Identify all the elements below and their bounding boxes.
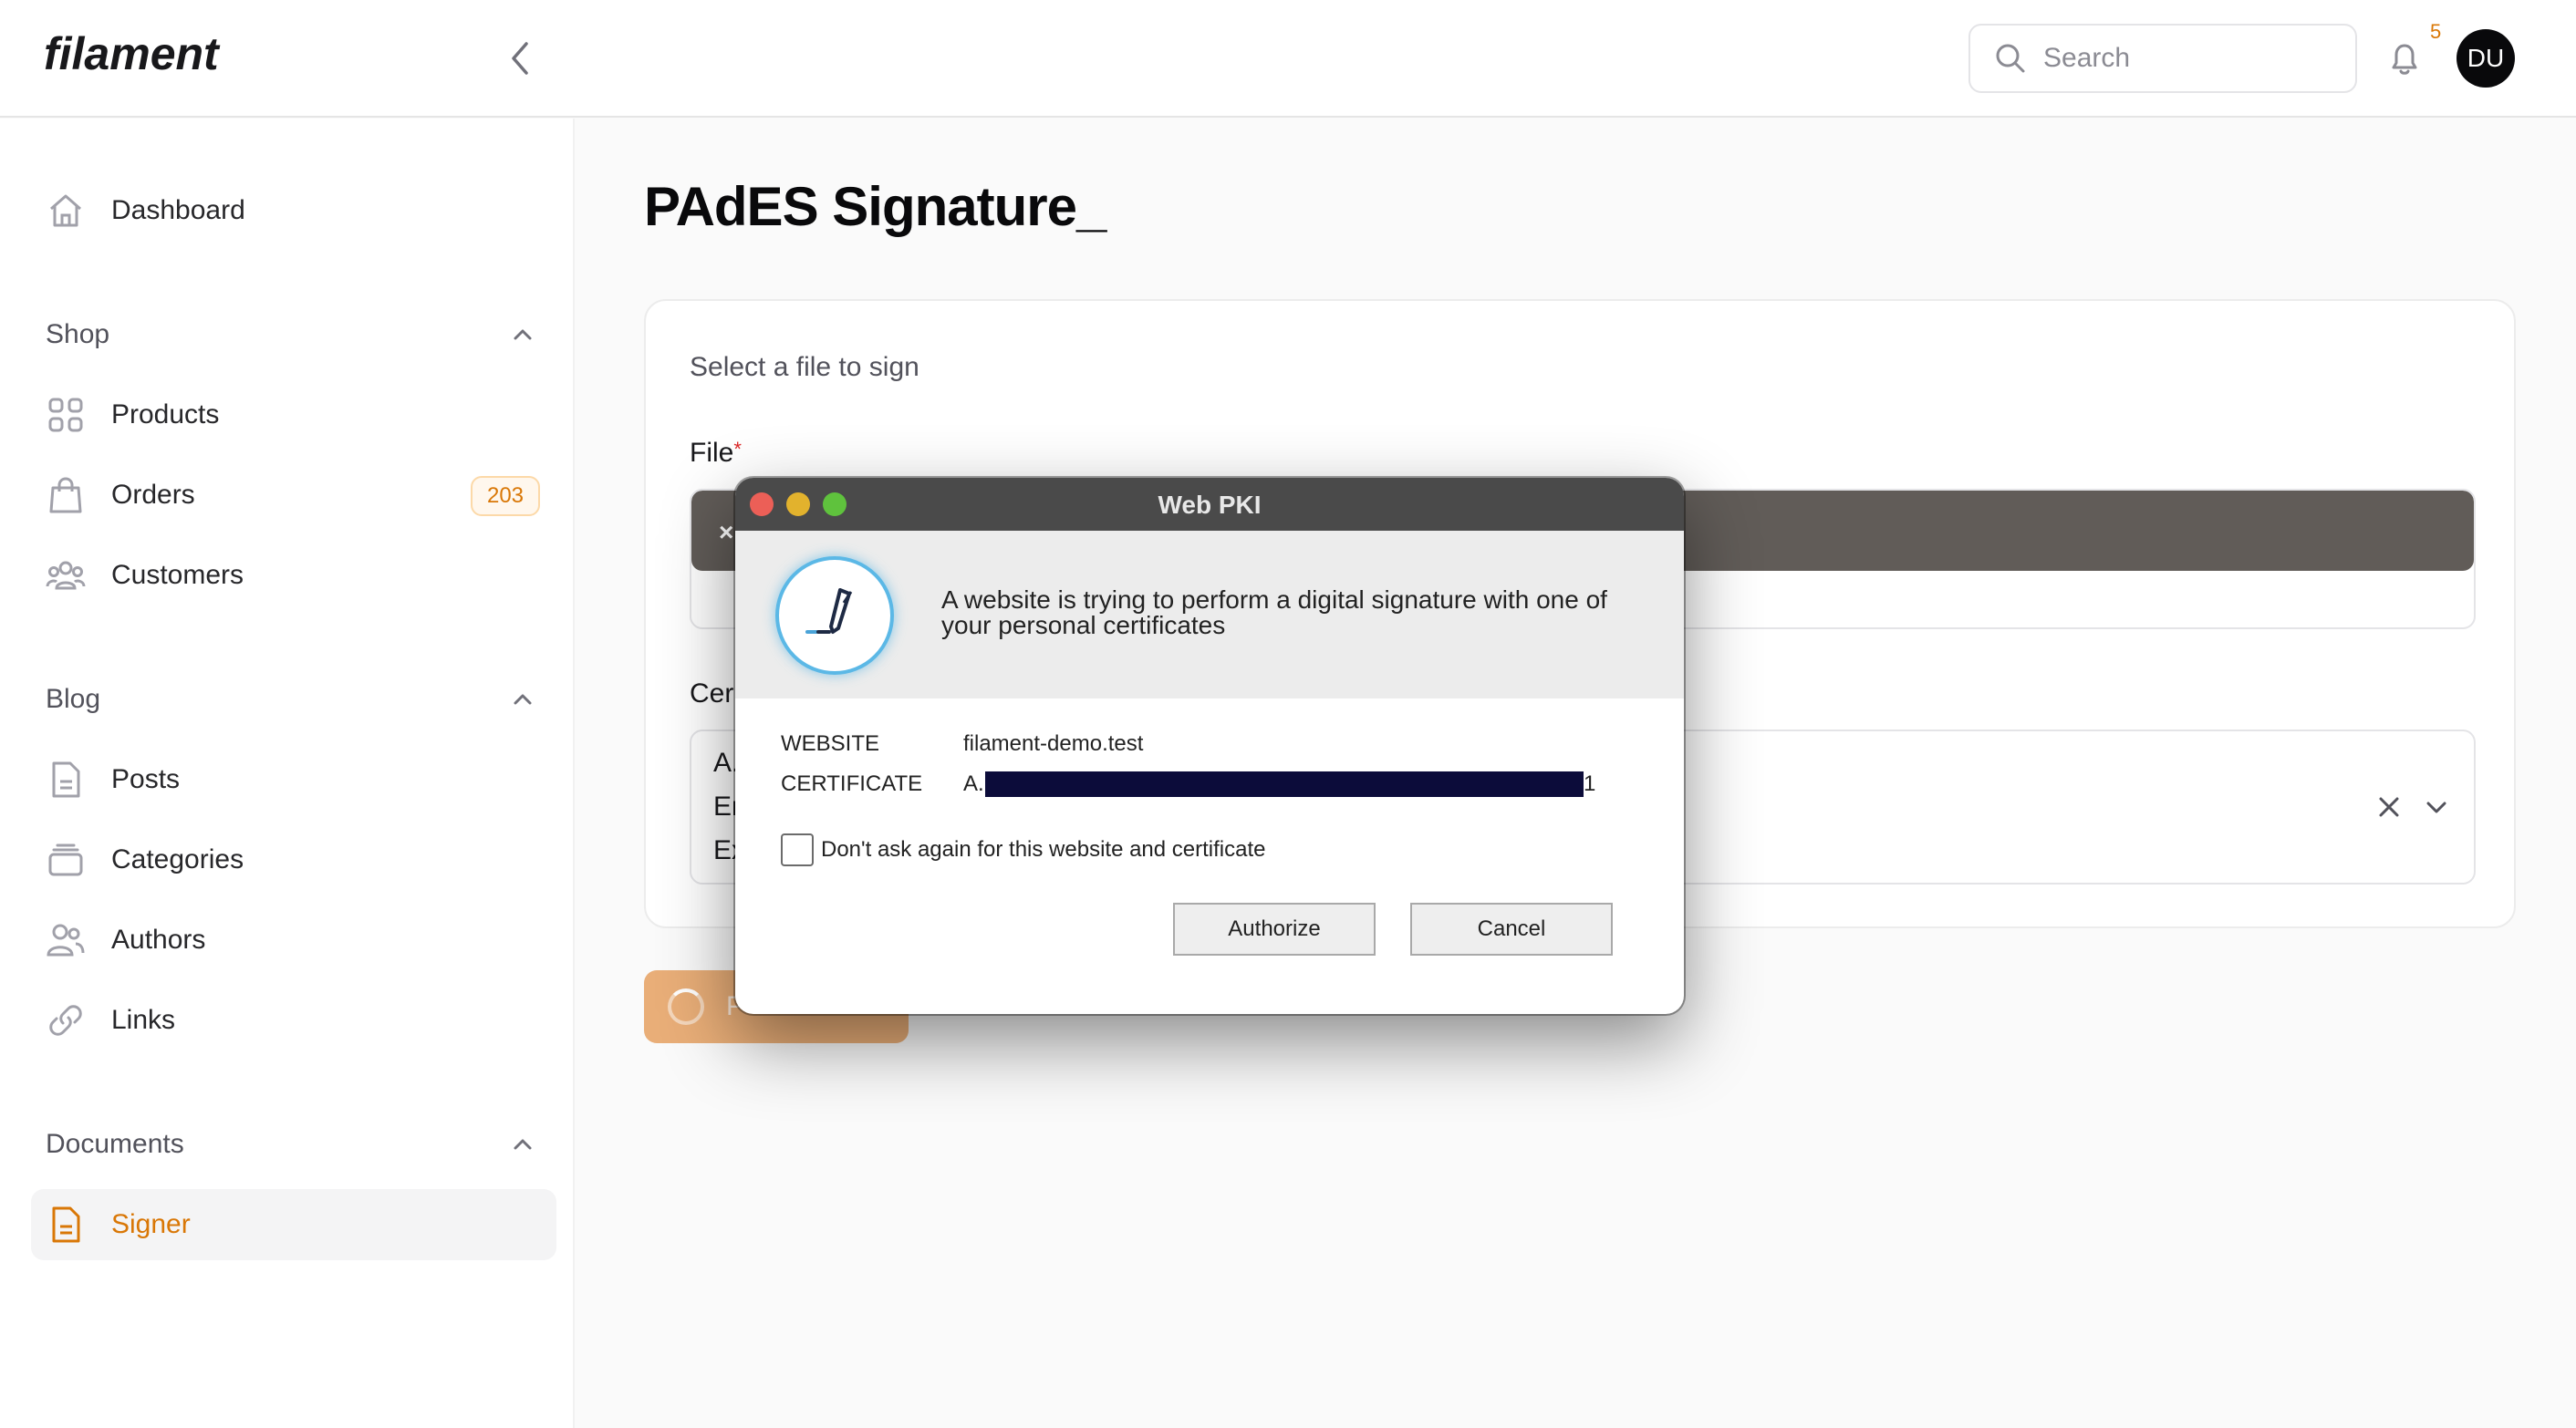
collapse-sidebar-button[interactable]	[500, 38, 540, 78]
global-search[interactable]	[1968, 24, 2357, 93]
certificate-prefix: A.	[963, 771, 984, 796]
sidebar-item-signer[interactable]: Signer	[31, 1189, 556, 1260]
user-avatar[interactable]: DU	[2457, 29, 2515, 88]
certificate-key: CERTIFICATE	[781, 771, 923, 796]
redacted-certificate-name	[985, 771, 1584, 797]
sidebar-item-label: Signer	[111, 1209, 191, 1239]
users-icon	[46, 920, 86, 960]
chevron-down-icon[interactable]	[2421, 792, 2452, 823]
top-bar: filament 5 DU	[0, 0, 2576, 118]
sidebar-item-label: Products	[111, 399, 220, 429]
app-logo[interactable]: filament	[44, 27, 219, 80]
certificate-suffix: 1	[1584, 771, 1596, 796]
sidebar-item-products[interactable]: Products	[31, 379, 556, 450]
dont-ask-again-checkbox[interactable]	[781, 833, 814, 866]
notifications-button[interactable]	[2383, 36, 2426, 80]
search-icon	[1996, 44, 2025, 73]
chevron-left-icon	[512, 42, 528, 75]
home-icon	[46, 191, 86, 231]
remove-file-button[interactable]: ×	[719, 518, 733, 547]
certificate-field-label: Cer	[690, 678, 734, 709]
cancel-button[interactable]: Cancel	[1410, 903, 1613, 956]
sidebar-item-orders[interactable]: Orders 203	[31, 460, 556, 531]
authorize-button[interactable]: Authorize	[1173, 903, 1376, 956]
orders-count-badge: 203	[471, 476, 540, 516]
sidebar-item-posts[interactable]: Posts	[31, 744, 556, 815]
page-title: PAdES Signature_	[644, 176, 1106, 237]
chevron-up-icon[interactable]	[509, 321, 536, 348]
sidebar-item-dashboard[interactable]: Dashboard	[31, 175, 556, 246]
nav-group-documents[interactable]: Documents	[46, 1129, 184, 1160]
clear-selection-icon[interactable]	[2373, 792, 2405, 823]
sidebar-item-links[interactable]: Links	[31, 985, 556, 1056]
sidebar-item-label: Orders	[111, 480, 195, 510]
users-group-icon	[46, 555, 86, 595]
card-subtitle: Select a file to sign	[690, 352, 919, 382]
bell-icon	[2392, 44, 2417, 75]
website-key: WEBSITE	[781, 731, 880, 756]
nav-group-shop[interactable]: Shop	[46, 319, 109, 350]
sidebar-item-label: Dashboard	[111, 195, 245, 225]
file-field-label: File*	[690, 438, 742, 469]
grid-icon	[46, 395, 86, 435]
signature-pen-icon	[775, 556, 894, 675]
shopping-bag-icon	[46, 475, 86, 515]
sidebar-item-categories[interactable]: Categories	[31, 824, 556, 895]
sidebar-item-label: Customers	[111, 560, 244, 590]
search-input[interactable]	[2043, 43, 2317, 74]
dialog-titlebar: Web PKI	[735, 478, 1684, 531]
web-pki-dialog: Web PKI A website is trying to perform a…	[735, 478, 1684, 1014]
sidebar-item-label: Authors	[111, 925, 206, 955]
sidebar-item-customers[interactable]: Customers	[31, 540, 556, 611]
document-icon	[46, 760, 86, 800]
dialog-message: A website is trying to perform a digital…	[941, 585, 1607, 639]
loading-spinner-icon	[668, 988, 704, 1025]
sidebar: Dashboard Shop Products Orders 203 Custo…	[0, 119, 575, 1428]
dont-ask-again-label[interactable]: Don't ask again for this website and cer…	[821, 837, 1266, 863]
nav-group-blog[interactable]: Blog	[46, 684, 100, 715]
website-value: filament-demo.test	[963, 731, 1144, 756]
sidebar-item-label: Categories	[111, 844, 244, 874]
notifications-count: 5	[2430, 20, 2442, 43]
file-label-text: File	[690, 438, 734, 468]
sidebar-item-label: Links	[111, 1005, 176, 1035]
link-icon	[46, 1000, 86, 1040]
document-text-icon	[46, 1205, 86, 1245]
required-mark: *	[733, 438, 742, 460]
sidebar-item-authors[interactable]: Authors	[31, 905, 556, 976]
chevron-up-icon[interactable]	[509, 1131, 536, 1158]
chevron-up-icon[interactable]	[509, 686, 536, 713]
dialog-header: A website is trying to perform a digital…	[735, 531, 1684, 698]
folder-stack-icon	[46, 840, 86, 880]
dialog-title: Web PKI	[1158, 491, 1262, 519]
sidebar-item-label: Posts	[111, 764, 181, 794]
